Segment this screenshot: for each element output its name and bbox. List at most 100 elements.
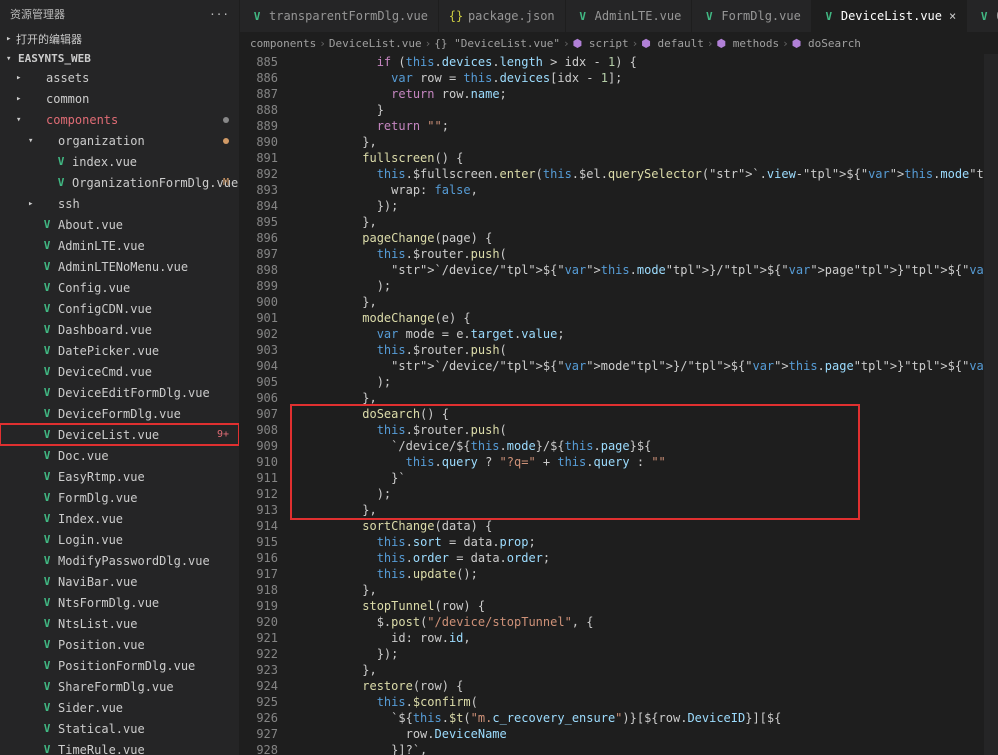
- vue-icon: V: [40, 302, 54, 316]
- tree-item-ntslist-vue[interactable]: VNtsList.vue: [0, 613, 239, 634]
- folder-icon: [28, 113, 42, 127]
- code-content[interactable]: if (this.devices.length > idx - 1) { var…: [290, 54, 984, 755]
- tree-item-config-vue[interactable]: VConfig.vue: [0, 277, 239, 298]
- tree-item-modifypassworddlg-vue[interactable]: VModifyPasswordDlg.vue: [0, 550, 239, 571]
- tree-item-timerule-vue[interactable]: VTimeRule.vue: [0, 739, 239, 755]
- tree-item-adminlte-vue[interactable]: VAdminLTE.vue: [0, 235, 239, 256]
- breadcrumb-segment[interactable]: {} "DeviceList.vue": [434, 37, 560, 50]
- tree-item-shareformdlg-vue[interactable]: VShareFormDlg.vue: [0, 676, 239, 697]
- vue-icon: V: [40, 512, 54, 526]
- folder-icon: [28, 71, 42, 85]
- vue-icon: V: [40, 596, 54, 610]
- dirty-dot: [223, 138, 229, 144]
- close-icon[interactable]: ×: [949, 9, 956, 23]
- tree-item-positionformdlg-vue[interactable]: VPositionFormDlg.vue: [0, 655, 239, 676]
- tree-item-easyrtmp-vue[interactable]: VEasyRtmp.vue: [0, 466, 239, 487]
- vue-icon: V: [40, 554, 54, 568]
- chevron-down-icon: [6, 54, 18, 64]
- vue-icon: V: [977, 9, 991, 23]
- tree-item-statical-vue[interactable]: VStatical.vue: [0, 718, 239, 739]
- vue-icon: V: [40, 701, 54, 715]
- tree-item-adminltenomenu-vue[interactable]: VAdminLTENoMenu.vue: [0, 256, 239, 277]
- vue-icon: V: [40, 428, 54, 442]
- badge: 9+: [217, 429, 229, 440]
- vue-icon: V: [40, 323, 54, 337]
- tree-item-login-vue[interactable]: VLogin.vue: [0, 529, 239, 550]
- vue-icon: V: [40, 365, 54, 379]
- chevron-icon: [16, 73, 28, 83]
- vue-icon: V: [702, 9, 716, 23]
- vue-icon: V: [40, 260, 54, 274]
- tree-item-common[interactable]: common: [0, 88, 239, 109]
- vue-icon: V: [40, 491, 54, 505]
- tree-item-components[interactable]: components: [0, 109, 239, 130]
- vue-icon: V: [40, 344, 54, 358]
- tree-item-deviceformdlg-vue[interactable]: VDeviceFormDlg.vue: [0, 403, 239, 424]
- folder-icon: [28, 92, 42, 106]
- vue-icon: V: [40, 659, 54, 673]
- vue-icon: V: [40, 575, 54, 589]
- tree-item-sider-vue[interactable]: VSider.vue: [0, 697, 239, 718]
- vue-icon: V: [40, 281, 54, 295]
- folder-icon: [40, 134, 54, 148]
- vue-icon: V: [40, 533, 54, 547]
- tree-item-ntsformdlg-vue[interactable]: VNtsFormDlg.vue: [0, 592, 239, 613]
- file-explorer: 资源管理器 ··· 打开的编辑器 EASYNTS_WEB assetscommo…: [0, 0, 240, 755]
- tree-item-formdlg-vue[interactable]: VFormDlg.vue: [0, 487, 239, 508]
- line-gutter: 8858868878888898908918928938948958968978…: [240, 54, 290, 755]
- tree-item-position-vue[interactable]: VPosition.vue: [0, 634, 239, 655]
- vue-icon: V: [40, 449, 54, 463]
- chevron-icon: [28, 136, 40, 146]
- json-icon: {}: [449, 9, 463, 23]
- tree-item-index-vue[interactable]: Vindex.vue: [0, 151, 239, 172]
- tab-adminlte-vue[interactable]: VAdminLTE.vue: [566, 0, 693, 32]
- dirty-dot: [223, 117, 229, 123]
- tree-item-dashboard-vue[interactable]: VDashboard.vue: [0, 319, 239, 340]
- tab-devicelist-vue[interactable]: VDeviceList.vue×: [812, 0, 967, 32]
- tree-item-doc-vue[interactable]: VDoc.vue: [0, 445, 239, 466]
- tab-package-json[interactable]: {}package.json: [439, 0, 566, 32]
- tree-item-deviceeditformdlg-vue[interactable]: VDeviceEditFormDlg.vue: [0, 382, 239, 403]
- vue-icon: V: [40, 239, 54, 253]
- project-root[interactable]: EASYNTS_WEB: [0, 50, 239, 67]
- open-editors-section[interactable]: 打开的编辑器: [0, 28, 239, 50]
- chevron-right-icon: [6, 34, 16, 44]
- more-icon[interactable]: ···: [209, 8, 229, 21]
- breadcrumb-segment[interactable]: components: [250, 37, 316, 50]
- breadcrumb-segment[interactable]: ⬢ script: [573, 37, 629, 50]
- tab-bar: VtransparentFormDlg.vue{}package.jsonVAd…: [240, 0, 998, 32]
- vue-icon: V: [54, 176, 68, 190]
- tree-item-ssh[interactable]: ssh: [0, 193, 239, 214]
- breadcrumb-segment[interactable]: ⬢ methods: [717, 37, 780, 50]
- tab-transparentformdlg-vue[interactable]: VtransparentFormDlg.vue: [240, 0, 439, 32]
- vue-icon: V: [40, 743, 54, 755]
- breadcrumb-segment[interactable]: DeviceList.vue: [329, 37, 422, 50]
- vue-icon: V: [40, 218, 54, 232]
- file-tree: assetscommoncomponentsorganizationVindex…: [0, 67, 239, 755]
- chevron-icon: [28, 199, 40, 209]
- tree-item-organization[interactable]: organization: [0, 130, 239, 151]
- editor-area: VtransparentFormDlg.vue{}package.jsonVAd…: [240, 0, 998, 755]
- vue-icon: V: [40, 386, 54, 400]
- tree-item-assets[interactable]: assets: [0, 67, 239, 88]
- minimap[interactable]: [984, 54, 998, 755]
- vue-icon: V: [40, 680, 54, 694]
- breadcrumb[interactable]: components›DeviceList.vue›{} "DeviceList…: [240, 32, 998, 54]
- tab-organizationformdlg[interactable]: VOrganizationFormDlg: [967, 0, 998, 32]
- tree-item-about-vue[interactable]: VAbout.vue: [0, 214, 239, 235]
- tree-item-organizationformdlg-vue[interactable]: VOrganizationFormDlg.vueM: [0, 172, 239, 193]
- tree-item-index-vue[interactable]: VIndex.vue: [0, 508, 239, 529]
- breadcrumb-segment[interactable]: ⬢ doSearch: [792, 37, 861, 50]
- explorer-title: 资源管理器: [10, 6, 65, 22]
- vue-icon: V: [40, 722, 54, 736]
- tree-item-navibar-vue[interactable]: VNaviBar.vue: [0, 571, 239, 592]
- breadcrumb-segment[interactable]: ⬢ default: [641, 37, 704, 50]
- vue-icon: V: [822, 9, 836, 23]
- tab-formdlg-vue[interactable]: VFormDlg.vue: [692, 0, 811, 32]
- tree-item-datepicker-vue[interactable]: VDatePicker.vue: [0, 340, 239, 361]
- tree-item-configcdn-vue[interactable]: VConfigCDN.vue: [0, 298, 239, 319]
- tree-item-devicecmd-vue[interactable]: VDeviceCmd.vue: [0, 361, 239, 382]
- vue-icon: V: [576, 9, 590, 23]
- code-editor[interactable]: 8858868878888898908918928938948958968978…: [240, 54, 998, 755]
- tree-item-devicelist-vue[interactable]: VDeviceList.vue9+: [0, 424, 239, 445]
